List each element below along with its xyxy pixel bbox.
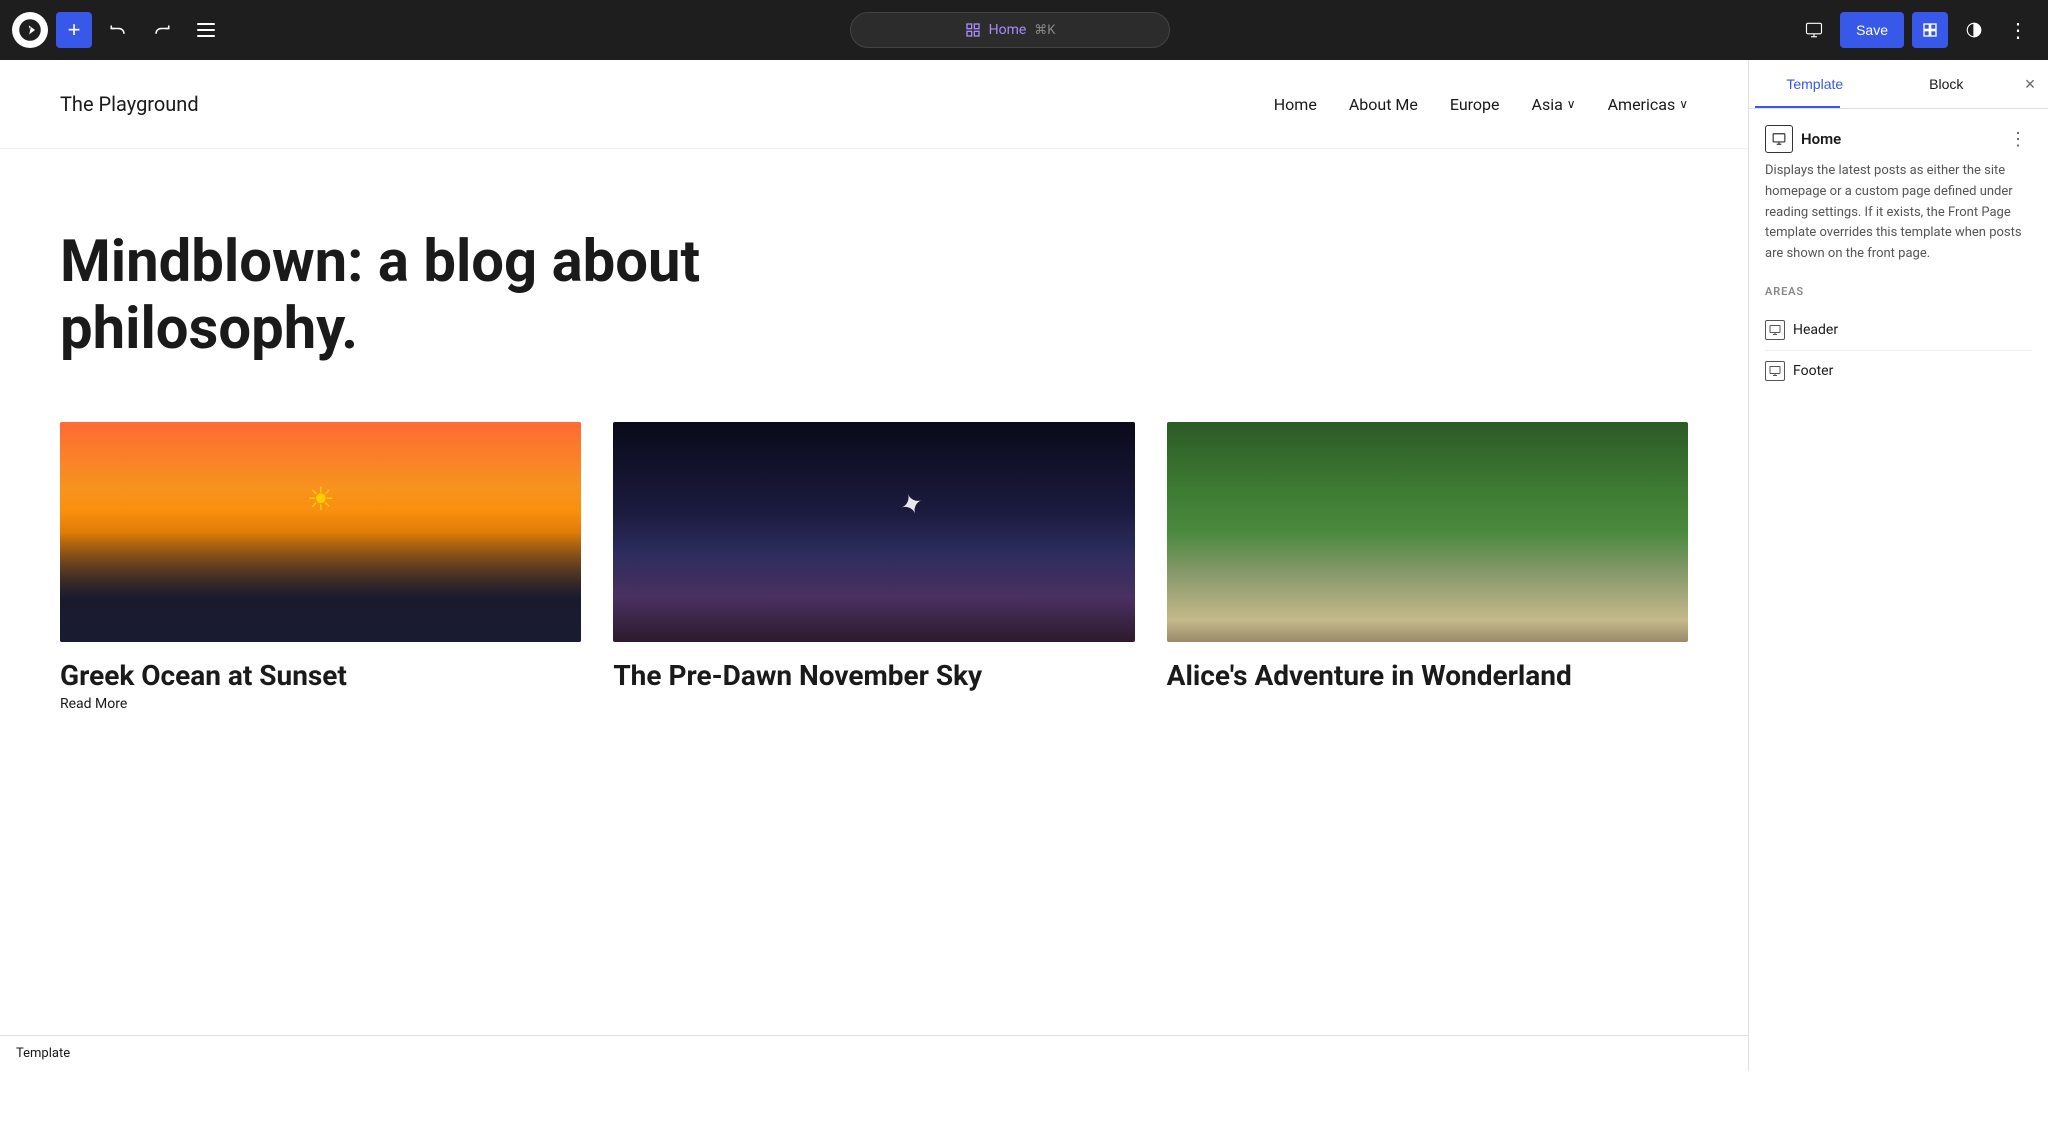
footer-area-label: Footer: [1793, 363, 1833, 379]
post-card-2: The Pre-Dawn November Sky: [613, 422, 1134, 712]
undo-button[interactable]: [100, 12, 136, 48]
site-nav: Home About Me Europe Asia ∨ Americas ∨: [1274, 95, 1688, 114]
post-title-3: Alice's Adventure in Wonderland: [1167, 658, 1688, 693]
url-pill[interactable]: Home ⌘K: [850, 12, 1170, 48]
post-title-1: Greek Ocean at Sunset: [60, 658, 581, 693]
footer-area-icon: [1765, 361, 1785, 381]
contrast-button[interactable]: [1956, 12, 1992, 48]
post-image-wonderland: [1167, 422, 1688, 642]
tab-block[interactable]: Block: [1881, 60, 2013, 108]
post-image-sunset: [60, 422, 581, 642]
add-block-button[interactable]: +: [56, 12, 92, 48]
americas-chevron: ∨: [1679, 97, 1688, 111]
save-button[interactable]: Save: [1840, 12, 1904, 48]
canvas: The Playground Home About Me Europe Asia…: [0, 60, 1748, 1071]
url-shortcut: ⌘K: [1034, 23, 1055, 38]
nav-item-about[interactable]: About Me: [1349, 95, 1418, 114]
panel-areas-label: AREAS: [1765, 285, 2032, 298]
panel-description: Displays the latest posts as either the …: [1765, 161, 2032, 265]
header-area-icon: [1765, 320, 1785, 340]
more-options-button[interactable]: ⋮: [2000, 12, 2036, 48]
svg-text:W: W: [23, 27, 31, 37]
status-label: Template: [16, 1046, 70, 1061]
post-image-sky: [613, 422, 1134, 642]
redo-button[interactable]: [144, 12, 180, 48]
toolbar-right: Save ⋮: [1796, 12, 2036, 48]
asia-chevron: ∨: [1567, 97, 1576, 111]
panel-template-name: Home: [1801, 130, 1841, 148]
nav-item-europe[interactable]: Europe: [1450, 95, 1500, 114]
post-title-2: The Pre-Dawn November Sky: [613, 658, 1134, 693]
panel-area-footer[interactable]: Footer: [1765, 351, 2032, 391]
nav-item-home[interactable]: Home: [1274, 95, 1317, 114]
main-layout: The Playground Home About Me Europe Asia…: [0, 60, 2048, 1071]
panel-more-button[interactable]: ⋮: [2004, 125, 2032, 153]
toolbar-center: Home ⌘K: [232, 12, 1788, 48]
panel-content: Home ⋮ Displays the latest posts as eith…: [1749, 109, 2048, 407]
list-view-button[interactable]: [188, 12, 224, 48]
right-panel: Template Block × Home ⋮ Displays the lat…: [1748, 60, 2048, 1071]
post-card-3: Alice's Adventure in Wonderland: [1167, 422, 1688, 712]
posts-grid: Greek Ocean at Sunset Read More The Pre-…: [0, 422, 1748, 752]
header-area-label: Header: [1793, 322, 1838, 338]
panel-template-icon: [1765, 125, 1793, 153]
panel-close-button[interactable]: ×: [2012, 66, 2048, 102]
status-bar: Template: [0, 1035, 1748, 1071]
tab-template[interactable]: Template: [1749, 60, 1881, 108]
wp-logo: W: [12, 12, 48, 48]
panel-tabs: Template Block ×: [1749, 60, 2048, 109]
panel-title-row: Home: [1765, 125, 1841, 153]
post-read-more-1[interactable]: Read More: [60, 696, 127, 712]
layout-button[interactable]: [1912, 12, 1948, 48]
panel-area-header[interactable]: Header: [1765, 310, 2032, 351]
hero-title: Mindblown: a blog about philosophy.: [60, 229, 860, 362]
panel-section-header: Home ⋮: [1765, 125, 2032, 153]
desktop-view-button[interactable]: [1796, 12, 1832, 48]
nav-item-asia[interactable]: Asia ∨: [1532, 95, 1576, 114]
url-label: Home: [989, 22, 1027, 38]
site-title: The Playground: [60, 92, 199, 116]
toolbar: W + Home ⌘K Save ⋮: [0, 0, 2048, 60]
site-header: The Playground Home About Me Europe Asia…: [0, 60, 1748, 149]
nav-item-americas[interactable]: Americas ∨: [1608, 95, 1688, 114]
post-card-1: Greek Ocean at Sunset Read More: [60, 422, 581, 712]
hero-section: Mindblown: a blog about philosophy.: [0, 149, 1748, 422]
